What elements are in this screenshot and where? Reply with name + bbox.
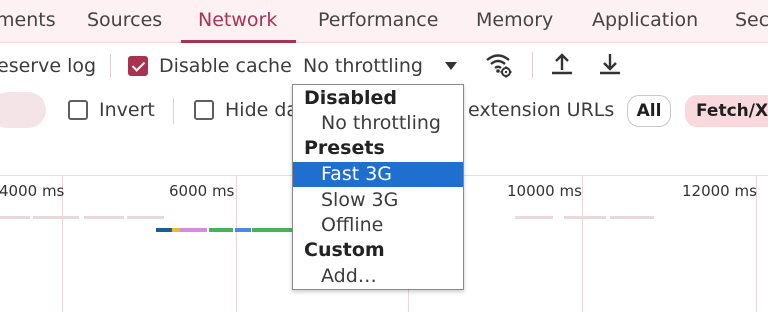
throttling-select-value: No throttling bbox=[303, 55, 423, 77]
timeline-gridline bbox=[582, 176, 583, 312]
network-conditions-button[interactable] bbox=[484, 50, 514, 80]
filter-fetch-xhr-button[interactable]: Fetch/XHR bbox=[685, 95, 768, 127]
active-tab-indicator bbox=[181, 40, 296, 43]
tab-performance[interactable]: Performance bbox=[318, 0, 438, 43]
menu-option-add-custom[interactable]: Add… bbox=[293, 264, 463, 289]
timeline-tick-label: 10000 ms bbox=[507, 182, 582, 200]
throttling-select[interactable]: No throttling bbox=[293, 50, 465, 82]
invert-checkbox[interactable] bbox=[68, 100, 88, 120]
toolbar-divider bbox=[110, 54, 111, 78]
timeline-tick-label: 12000 ms bbox=[682, 182, 757, 200]
invert-label[interactable]: Invert bbox=[99, 99, 155, 121]
menu-option-no-throttling[interactable]: No throttling bbox=[293, 111, 463, 136]
timeline-dash bbox=[564, 216, 606, 219]
panel-tab-bar: ments Sources Network Performance Memory… bbox=[0, 0, 768, 43]
menu-option-slow-3g[interactable]: Slow 3G bbox=[293, 188, 463, 213]
disable-cache-label[interactable]: Disable cache bbox=[159, 55, 292, 77]
timeline-tick-label: 4000 ms bbox=[0, 182, 65, 200]
timeline-tick-label: 6000 ms bbox=[169, 182, 235, 200]
preserve-log-label[interactable]: eserve log bbox=[0, 55, 96, 77]
tab-security[interactable]: Sec bbox=[735, 0, 768, 43]
hide-data-urls-checkbox[interactable] bbox=[194, 100, 214, 120]
timeline-dash bbox=[515, 216, 553, 219]
timeline-dash bbox=[84, 216, 124, 219]
waterfall-bar bbox=[156, 228, 172, 232]
tab-sources[interactable]: Sources bbox=[87, 0, 162, 43]
waterfall-bar bbox=[235, 228, 251, 232]
timeline-gridline bbox=[236, 176, 237, 312]
menu-group-header: Disabled bbox=[304, 87, 398, 109]
download-icon bbox=[600, 54, 620, 75]
menu-group-header: Presets bbox=[304, 137, 385, 159]
hide-extension-urls-label[interactable]: extension URLs bbox=[468, 99, 614, 121]
wifi-gear-icon bbox=[486, 54, 512, 78]
filter-all-button[interactable]: All bbox=[627, 95, 671, 127]
timeline-dash bbox=[33, 216, 79, 219]
toolbar-divider bbox=[532, 52, 533, 78]
timeline-dash bbox=[610, 216, 654, 219]
menu-group-header: Custom bbox=[304, 239, 385, 261]
timeline-dash bbox=[127, 216, 164, 219]
hide-data-urls-label[interactable]: Hide da bbox=[225, 99, 298, 121]
tab-application[interactable]: Application bbox=[592, 0, 698, 43]
import-har-button[interactable] bbox=[548, 50, 578, 80]
menu-option-fast-3g[interactable]: Fast 3G bbox=[293, 162, 463, 187]
waterfall-bar bbox=[180, 228, 207, 232]
tab-elements[interactable]: ments bbox=[0, 0, 56, 43]
upload-icon bbox=[552, 53, 572, 75]
dropdown-arrow-icon bbox=[445, 62, 457, 70]
waterfall-bar bbox=[252, 228, 294, 232]
tab-memory[interactable]: Memory bbox=[476, 0, 553, 43]
menu-option-offline[interactable]: Offline bbox=[293, 213, 463, 238]
filter-input[interactable] bbox=[0, 92, 46, 128]
disable-cache-checkbox[interactable] bbox=[128, 56, 148, 76]
throttling-dropdown-menu: Disabled No throttling Presets Fast 3G S… bbox=[292, 84, 464, 290]
timeline-dash bbox=[0, 216, 30, 219]
filter-divider bbox=[173, 98, 174, 124]
waterfall-bar bbox=[209, 228, 233, 232]
tab-network[interactable]: Network bbox=[198, 0, 277, 43]
export-har-button[interactable] bbox=[596, 50, 626, 80]
waterfall-bar bbox=[172, 228, 180, 232]
